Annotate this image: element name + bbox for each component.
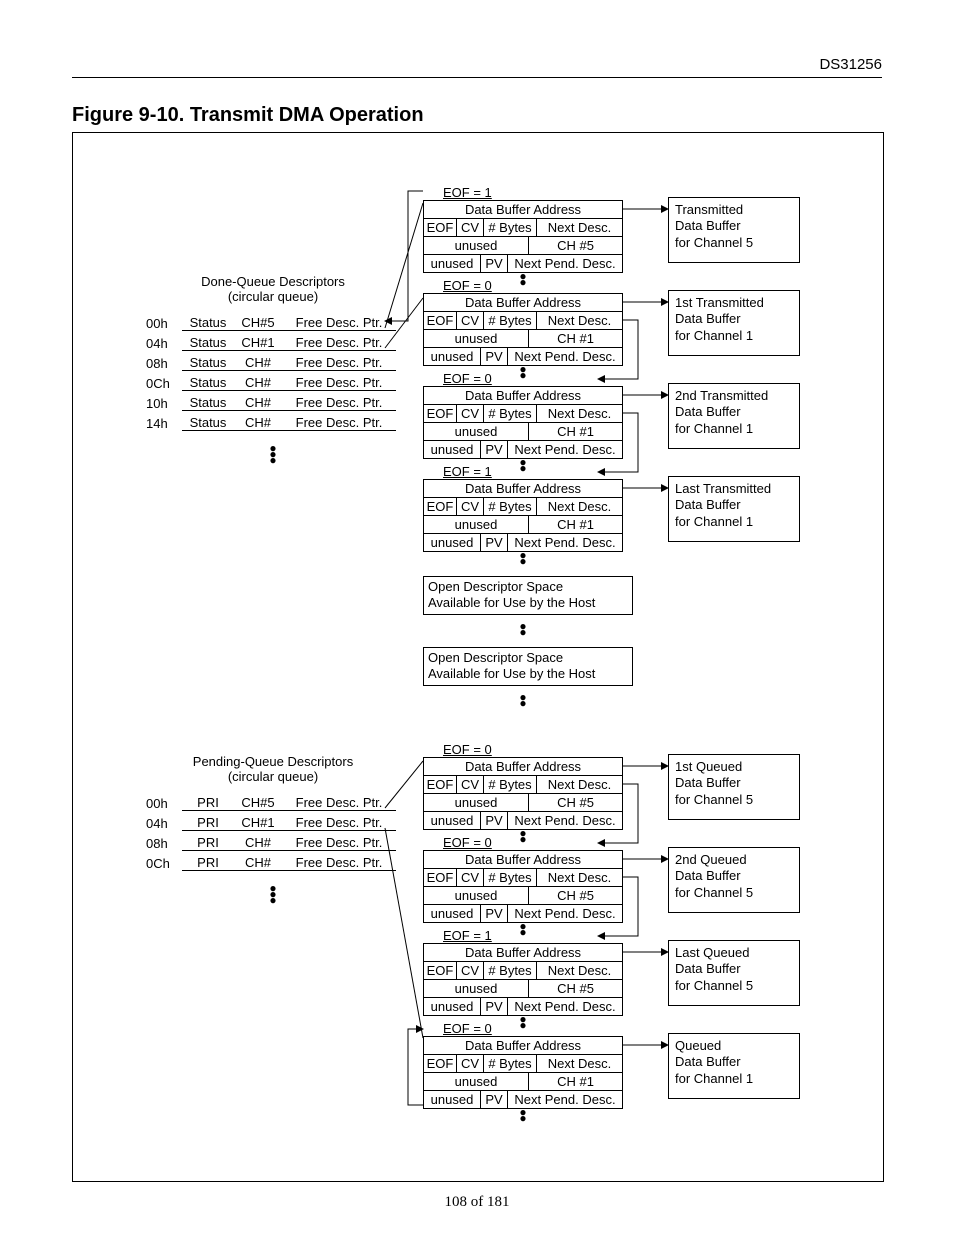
descriptor-block: Data Buffer Address EOFCV# BytesNext Des… [423, 943, 623, 1016]
vdots-icon: ●● [518, 459, 528, 471]
vdots-icon: ●● [518, 830, 528, 842]
doc-id: DS31256 [819, 56, 882, 73]
text: (circular queue) [228, 289, 318, 304]
table-row: 00hPRICH#5Free Desc. Ptr. [146, 791, 396, 811]
table-row: 00hStatusCH#5Free Desc. Ptr. [146, 311, 396, 331]
table-row: 04hStatusCH#1Free Desc. Ptr. [146, 331, 396, 351]
buffer-box: Last QueuedData Bufferfor Channel 5 [668, 940, 800, 1006]
vdots-icon: ●● [518, 366, 528, 378]
header-rule [72, 77, 882, 78]
open-descriptor-space: Open Descriptor SpaceAvailable for Use b… [423, 647, 633, 686]
figure-title: Figure 9-10. Transmit DMA Operation [72, 104, 424, 127]
eof-label: EOF = 0 [443, 1021, 492, 1036]
descriptor-block: Data Buffer Address EOFCV# BytesNext Des… [423, 850, 623, 923]
vdots-icon: ●●● [268, 445, 278, 463]
descriptor-block: Data Buffer Address EOFCV# BytesNext Des… [423, 479, 623, 552]
descriptor-block: Data Buffer Address EOFCV# BytesNext Des… [423, 386, 623, 459]
vdots-icon: ●● [518, 1016, 528, 1028]
buffer-box: 2nd QueuedData Bufferfor Channel 5 [668, 847, 800, 913]
buffer-box: 2nd TransmittedData Bufferfor Channel 1 [668, 383, 800, 449]
vdots-icon: ●●● [268, 885, 278, 903]
buffer-box: QueuedData Bufferfor Channel 1 [668, 1033, 800, 1099]
buffer-box: Last TransmittedData Bufferfor Channel 1 [668, 476, 800, 542]
eof-label: EOF = 0 [443, 835, 492, 850]
table-row: 08hPRICH#Free Desc. Ptr. [146, 831, 396, 851]
descriptor-block: Data Buffer Address EOFCV# BytesNext Des… [423, 757, 623, 830]
buffer-box: 1st QueuedData Bufferfor Channel 5 [668, 754, 800, 820]
vdots-icon: ●● [518, 273, 528, 285]
text: Done-Queue Descriptors [201, 274, 345, 289]
vdots-icon: ●● [518, 623, 528, 635]
vdots-icon: ●● [518, 1109, 528, 1121]
table-row: 0ChPRICH#Free Desc. Ptr. [146, 851, 396, 871]
pending-queue-table: 00hPRICH#5Free Desc. Ptr. 04hPRICH#1Free… [146, 791, 396, 871]
pending-queue-heading: Pending-Queue Descriptors (circular queu… [163, 755, 383, 785]
table-row: 04hPRICH#1Free Desc. Ptr. [146, 811, 396, 831]
eof-label: EOF = 0 [443, 371, 492, 386]
table-row: 10hStatusCH#Free Desc. Ptr. [146, 391, 396, 411]
eof-label: EOF = 1 [443, 185, 492, 200]
done-queue-heading: Done-Queue Descriptors (circular queue) [163, 275, 383, 305]
descriptor-block: Data Buffer Address EOFCV# BytesNext Des… [423, 1036, 623, 1109]
eof-label: EOF = 0 [443, 278, 492, 293]
vdots-icon: ●● [518, 694, 528, 706]
table-row: 14hStatusCH#Free Desc. Ptr. [146, 411, 396, 431]
vdots-icon: ●● [518, 552, 528, 564]
table-row: 0ChStatusCH#Free Desc. Ptr. [146, 371, 396, 391]
open-descriptor-space: Open Descriptor SpaceAvailable for Use b… [423, 576, 633, 615]
eof-label: EOF = 0 [443, 742, 492, 757]
page-footer: 108 of 181 [0, 1194, 954, 1211]
eof-label: EOF = 1 [443, 464, 492, 479]
table-row: 08hStatusCH#Free Desc. Ptr. [146, 351, 396, 371]
descriptor-block: Data Buffer Address EOFCV# BytesNext Des… [423, 200, 623, 273]
eof-label: EOF = 1 [443, 928, 492, 943]
figure-frame: Done-Queue Descriptors (circular queue) … [72, 132, 884, 1182]
buffer-box: 1st TransmittedData Bufferfor Channel 1 [668, 290, 800, 356]
text: Pending-Queue Descriptors [193, 754, 353, 769]
done-queue-table: 00hStatusCH#5Free Desc. Ptr. 04hStatusCH… [146, 311, 396, 431]
buffer-box: TransmittedData Bufferfor Channel 5 [668, 197, 800, 263]
page: DS31256 Figure 9-10. Transmit DMA Operat… [0, 0, 954, 1235]
text: (circular queue) [228, 769, 318, 784]
descriptor-block: Data Buffer Address EOFCV# BytesNext Des… [423, 293, 623, 366]
vdots-icon: ●● [518, 923, 528, 935]
